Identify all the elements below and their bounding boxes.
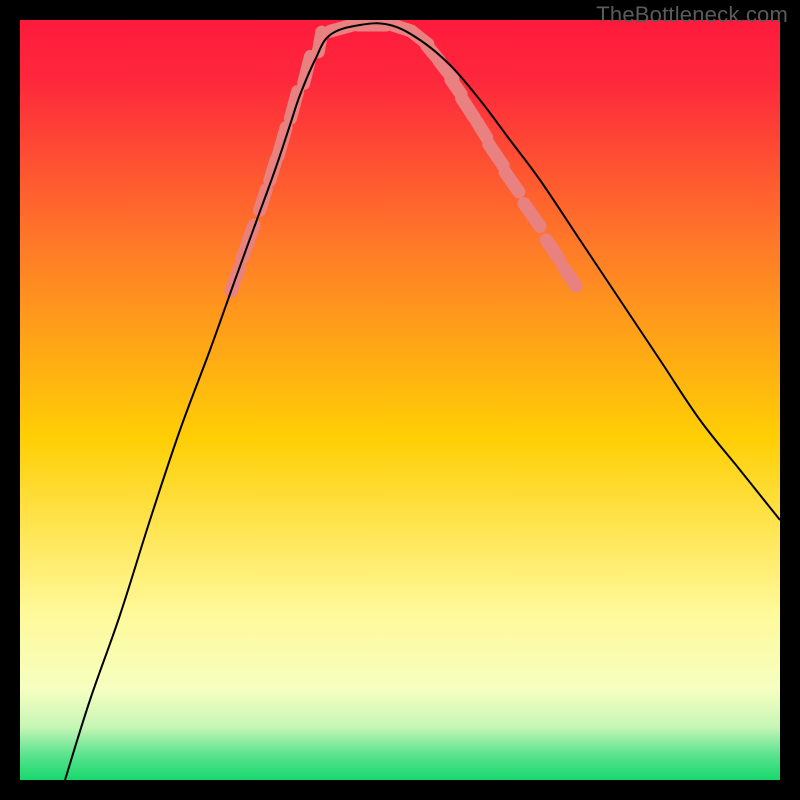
curve-marker <box>564 268 576 286</box>
curve-marker <box>477 122 487 137</box>
curve-marker <box>505 172 519 192</box>
outer-black-frame <box>20 20 780 780</box>
curve-marker <box>461 98 474 118</box>
watermark-text: TheBottleneck.com <box>596 2 788 28</box>
plot-inner <box>20 20 780 780</box>
curve-marker <box>546 240 559 260</box>
bottleneck-curve <box>65 23 780 780</box>
curve-marker <box>489 144 504 166</box>
curve-marker <box>524 204 540 227</box>
curve-layer <box>20 20 780 780</box>
